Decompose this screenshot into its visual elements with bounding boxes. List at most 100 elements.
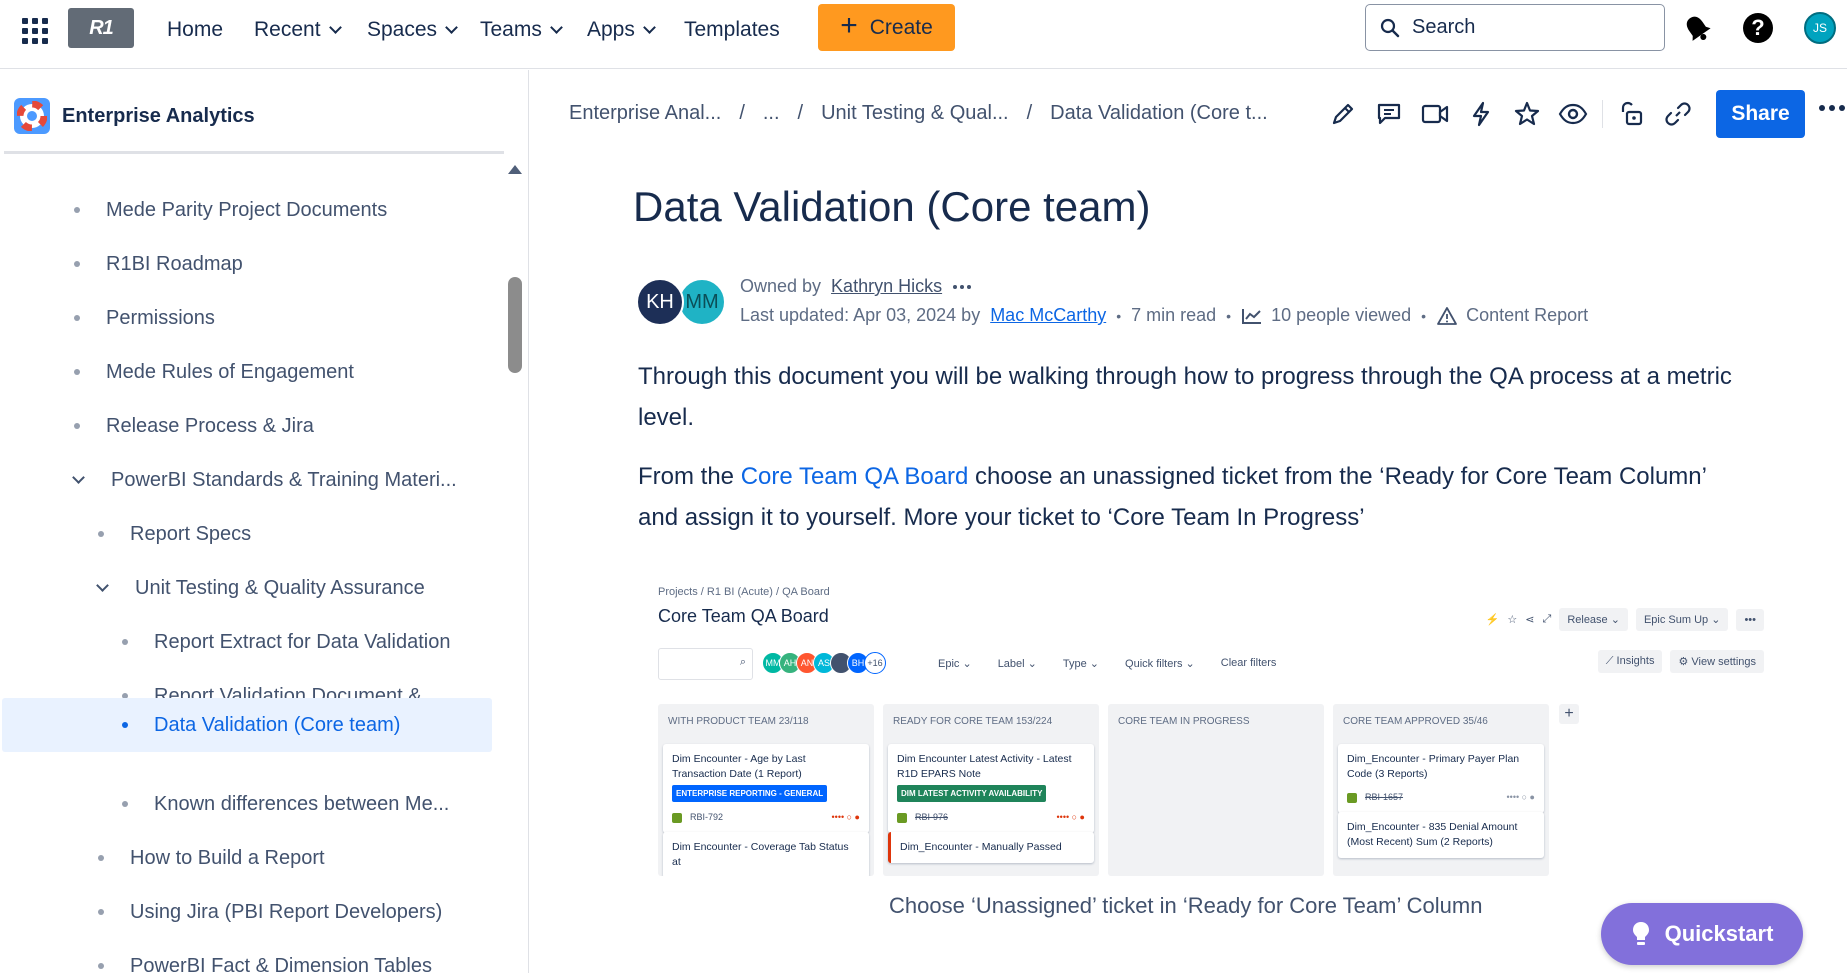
board-column: READY FOR CORE TEAM 153/224 Dim Encounte… [883, 704, 1099, 876]
video-icon[interactable] [1412, 96, 1458, 132]
comment-icon[interactable] [1366, 96, 1412, 132]
filter-label: Quick filters [1125, 658, 1183, 670]
bullet-icon [98, 909, 104, 915]
contributors-avatars[interactable]: KH MM [636, 278, 726, 328]
card-title: Dim_Encounter - Manually Passed [900, 841, 1062, 853]
lightning-icon[interactable] [1458, 96, 1504, 132]
nav-recent[interactable]: Recent [254, 17, 342, 43]
sidebar-item-r1bi-roadmap[interactable]: R1BI Roadmap [74, 239, 243, 289]
card-title: Dim Encounter - Coverage Tab Status at [672, 841, 849, 868]
breadcrumb-space[interactable]: Enterprise Anal... [569, 102, 721, 125]
separator-dot: • [1421, 307, 1427, 324]
nav-apps-label: Apps [587, 18, 635, 41]
board-right-buttons: ⟋ Insights ⚙ View settings [1597, 650, 1764, 673]
sidebar-item-fact-dimension[interactable]: PowerBI Fact & Dimension Tables [98, 941, 432, 973]
board-card: Dim_Encounter - 835 Denial Amount (Most … [1338, 812, 1544, 858]
sidebar-item-permissions[interactable]: Permissions [74, 293, 215, 343]
sidebar-item-label: Using Jira (PBI Report Developers) [130, 900, 443, 923]
filter-label-text: Label [997, 658, 1025, 670]
content-report[interactable]: Content Report [1436, 305, 1588, 326]
nav-apps[interactable]: Apps [587, 17, 656, 43]
sidebar-item-label: Known differences between Me... [154, 792, 450, 815]
notifications-icon[interactable] [1681, 12, 1713, 44]
epic-sum-label: Epic Sum Up [1643, 614, 1709, 626]
breadcrumb-parent[interactable]: Unit Testing & Qual... [821, 102, 1009, 125]
nav-home[interactable]: Home [167, 17, 223, 43]
toolbar-divider [1602, 100, 1603, 128]
epic-sum-dropdown: Epic Sum Up ⌄ [1635, 608, 1729, 631]
page-toolbar [1320, 96, 1701, 132]
core-team-qa-board-link[interactable]: Core Team QA Board [741, 463, 969, 490]
qa-board-image[interactable]: Projects / R1 BI (Acute) / QA Board Core… [652, 580, 1772, 876]
bullet-icon [122, 722, 128, 728]
sidebar-item-report-extract[interactable]: Report Extract for Data Validation [122, 617, 450, 667]
chevron-down-icon[interactable] [96, 578, 109, 592]
sidebar-item-mede-parity[interactable]: Mede Parity Project Documents [74, 185, 387, 235]
card-footer: RBI-792 •••• ○ ● [672, 810, 860, 825]
app-switcher-icon[interactable] [22, 18, 48, 44]
sidebar-item-release-process[interactable]: Release Process & Jira [74, 401, 314, 451]
nav-teams-label: Teams [480, 18, 542, 41]
card-tag: DIM LATEST ACTIVITY AVAILABILITY [897, 785, 1047, 802]
scroll-up-arrow[interactable] [508, 165, 522, 174]
card-key: RBI-792 [690, 812, 724, 822]
nav-spaces[interactable]: Spaces [367, 17, 458, 43]
search-icon: ⌕ [739, 656, 746, 668]
sidebar-item-using-jira[interactable]: Using Jira (PBI Report Developers) [98, 887, 442, 937]
more-actions-icon[interactable] [1818, 100, 1846, 118]
breadcrumb-ellipsis[interactable]: ... [763, 102, 780, 125]
filter-label: Epic [938, 658, 960, 670]
space-header[interactable]: Enterprise Analytics [14, 98, 255, 134]
analytics-chart-icon [1242, 308, 1262, 324]
nav-teams[interactable]: Teams [480, 17, 563, 43]
sidebar-item-known-differences[interactable]: Known differences between Me... [122, 779, 449, 829]
star-icon[interactable] [1504, 96, 1550, 132]
more-icon[interactable] [952, 283, 972, 291]
page-views[interactable]: 10 people viewed [1241, 305, 1411, 326]
sidebar-item-label: R1BI Roadmap [106, 252, 243, 275]
search-input[interactable] [1412, 16, 1632, 39]
owner-link[interactable]: Kathryn Hicks [831, 276, 942, 297]
filter-label: Type [1062, 658, 1087, 670]
filter-clear: Clear filters [1220, 657, 1277, 669]
search-box[interactable] [1365, 4, 1665, 51]
breadcrumb: Enterprise Anal... / ... / Unit Testing … [569, 102, 1268, 125]
product-logo[interactable]: R1 [68, 8, 134, 48]
add-column-icon: + [1559, 704, 1579, 724]
bullet-icon [74, 369, 80, 375]
quickstart-label: Quickstart [1664, 921, 1774, 946]
bullet-icon [98, 963, 104, 969]
nav-home-label: Home [167, 18, 224, 41]
quickstart-button[interactable]: Quickstart [1601, 903, 1803, 965]
chevron-down-icon[interactable] [72, 470, 85, 484]
restrictions-lock-icon[interactable] [1609, 96, 1655, 132]
edit-pencil-icon[interactable] [1320, 96, 1366, 132]
sidebar-item-powerbi-standards[interactable]: PowerBI Standards & Training Materi... [72, 455, 457, 505]
column-header: CORE TEAM IN PROGRESS [1118, 716, 1250, 727]
sidebar-item-data-validation[interactable]: Data Validation (Core team) [2, 698, 492, 752]
story-icon [897, 812, 907, 823]
nav-spaces-label: Spaces [367, 18, 438, 41]
sidebar-scrollbar[interactable] [508, 277, 522, 373]
bullet-icon [74, 207, 80, 213]
breadcrumb-current[interactable]: Data Validation (Core t... [1050, 102, 1268, 125]
avatar[interactable]: KH [636, 278, 684, 326]
watch-eye-icon[interactable] [1550, 96, 1596, 132]
sidebar-item-how-to-build[interactable]: How to Build a Report [98, 833, 325, 883]
card-key: RBI-976 [915, 812, 949, 822]
story-icon [672, 812, 682, 823]
share-button[interactable]: Share [1716, 90, 1805, 138]
avatar-overflow: +16 [864, 652, 886, 674]
board-column: CORE TEAM IN PROGRESS [1108, 704, 1324, 876]
user-avatar[interactable]: JS [1804, 12, 1836, 44]
sidebar-item-unit-testing[interactable]: Unit Testing & Quality Assurance [96, 563, 425, 613]
help-icon[interactable]: ? [1742, 12, 1774, 44]
create-button[interactable]: + Create [818, 4, 955, 51]
sidebar-item-mede-rules[interactable]: Mede Rules of Engagement [74, 347, 354, 397]
sidebar-item-report-specs[interactable]: Report Specs [98, 509, 251, 559]
nav-templates[interactable]: Templates [684, 17, 780, 43]
avatar[interactable]: MM [678, 278, 726, 326]
nav-templates-label: Templates [684, 18, 780, 41]
copy-link-icon[interactable] [1655, 96, 1701, 132]
updated-by-link[interactable]: Mac McCarthy [990, 305, 1106, 326]
